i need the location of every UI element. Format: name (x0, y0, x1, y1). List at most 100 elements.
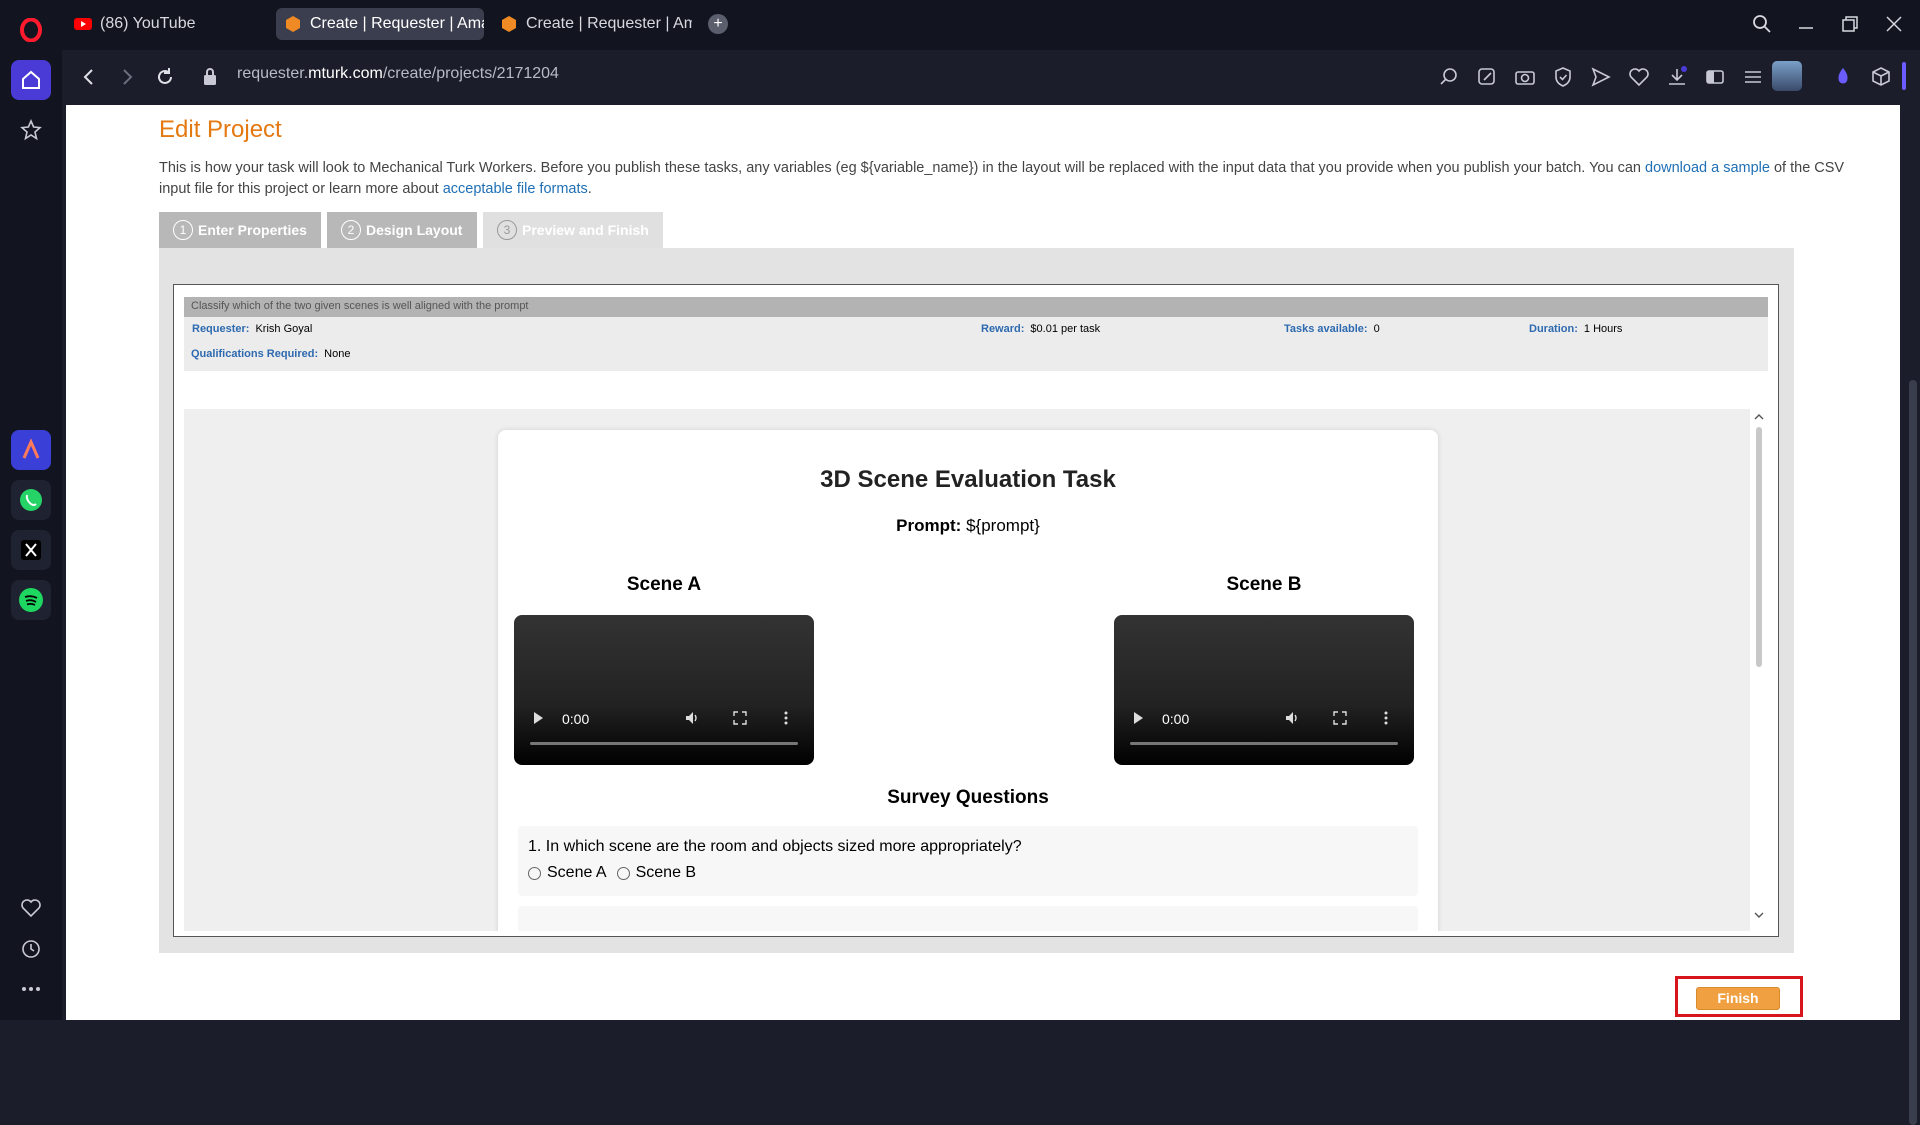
scene-b-video[interactable]: 0:00 (1114, 615, 1414, 765)
tab-enter-properties[interactable]: 1 Enter Properties (159, 212, 321, 248)
back-arrow-icon[interactable] (78, 66, 100, 88)
tab-youtube[interactable]: (86) YouTube (66, 8, 266, 40)
more-vertical-icon[interactable] (1378, 710, 1394, 726)
step-label: Design Layout (366, 222, 463, 238)
opera-sidebar (0, 0, 62, 1020)
sidebar-toggle-icon[interactable] (1704, 66, 1726, 88)
qualifications-value: None (324, 348, 351, 360)
scene-b-radio[interactable] (616, 866, 630, 880)
scene-b-option-label[interactable]: Scene B (636, 864, 696, 882)
youtube-icon (74, 18, 92, 30)
question-1-options: Scene A Scene B (528, 864, 1408, 882)
tasks-available-field: Tasks available: 0 (1284, 323, 1380, 335)
scene-b-label: Scene B (1226, 574, 1302, 595)
scroll-down-icon[interactable] (1754, 911, 1764, 919)
acceptable-file-formats-link[interactable]: acceptable file formats (443, 181, 588, 197)
more-vertical-icon[interactable] (778, 710, 794, 726)
search-tabs-icon[interactable] (1752, 14, 1772, 34)
downloads-icon[interactable] (1666, 66, 1688, 88)
page-scrollbar[interactable] (1904, 105, 1920, 1125)
fullscreen-icon[interactable] (732, 710, 748, 726)
volume-icon[interactable] (684, 710, 700, 726)
step-number: 1 (173, 220, 193, 240)
volume-icon[interactable] (1284, 710, 1300, 726)
scene-a-radio[interactable] (528, 866, 541, 880)
tab-preview-and-finish[interactable]: 3 Preview and Finish (483, 212, 663, 248)
url-prefix: requester. (237, 65, 309, 82)
tab-mturk-active[interactable]: Create | Requester | Amaz (276, 8, 484, 40)
video-time: 0:00 (562, 711, 590, 727)
page-title: Edit Project (159, 116, 282, 143)
opera-logo-icon[interactable] (11, 10, 51, 50)
page-search-icon[interactable] (1438, 66, 1460, 88)
finish-button[interactable]: Finish (1696, 987, 1780, 1010)
reward-value: $0.01 per task (1030, 323, 1101, 335)
send-flow-icon[interactable] (1590, 66, 1612, 88)
new-tab-plus-icon[interactable]: + (708, 14, 728, 34)
page-scroll-thumb[interactable] (1909, 380, 1917, 1125)
minimize-icon[interactable] (1796, 14, 1816, 34)
requester-label: Requester: (192, 323, 250, 335)
whatsapp-icon[interactable] (11, 480, 51, 520)
hit-title: Classify which of the two given scenes i… (184, 297, 1768, 317)
home-icon[interactable] (11, 60, 51, 100)
scene-a-option-label[interactable]: Scene A (547, 864, 607, 882)
sidebar-indicator (1902, 62, 1906, 90)
preview-scrollbar[interactable] (1750, 409, 1768, 931)
tab-strip: (86) YouTube Create | Requester | Amaz C… (62, 0, 1920, 48)
tab-mturk[interactable]: Create | Requester | Amaz (492, 8, 692, 40)
play-icon[interactable] (1130, 710, 1146, 726)
bookmarks-star-icon[interactable] (11, 110, 51, 150)
qualifications-label: Qualifications Required: (191, 348, 319, 360)
camera-snapshot-icon[interactable] (1514, 66, 1536, 88)
requester-field: Requester: Krish Goyal (192, 323, 312, 335)
task-iframe[interactable]: 3D Scene Evaluation Task Prompt: ${promp… (184, 409, 1768, 931)
description-end: . (587, 181, 592, 197)
extensions-cube-icon[interactable] (1870, 66, 1892, 88)
x-twitter-icon[interactable] (11, 530, 51, 570)
preview-scroll-thumb[interactable] (1756, 427, 1762, 667)
more-options-icon[interactable] (11, 969, 51, 1009)
duration-value: 1 Hours (1583, 323, 1623, 335)
download-sample-link[interactable]: download a sample (1645, 160, 1770, 176)
page-description: This is how your task will look to Mecha… (159, 158, 1859, 200)
aria-flame-icon[interactable] (1832, 66, 1854, 88)
url-path: /create/projects/2171204 (382, 65, 559, 82)
scene-a-video[interactable]: 0:00 (514, 615, 814, 765)
lock-icon[interactable] (202, 66, 218, 88)
reload-icon[interactable] (154, 66, 176, 88)
edit-note-icon[interactable] (1476, 66, 1498, 88)
video-progress-bar[interactable] (530, 742, 798, 745)
address-bar: requester.mturk.com/create/projects/2171… (62, 48, 1920, 104)
scroll-up-icon[interactable] (1754, 413, 1764, 421)
easy-setup-menu-icon[interactable] (1742, 66, 1764, 88)
qualifications-field: Qualifications Required: None (191, 348, 350, 360)
prompt-value: ${prompt} (966, 516, 1040, 535)
fullscreen-icon[interactable] (1332, 710, 1348, 726)
hit-metadata: Requester: Krish Goyal Reward: $0.01 per t… (184, 317, 1768, 371)
close-window-icon[interactable] (1884, 14, 1904, 34)
profile-avatar[interactable] (1772, 61, 1802, 91)
reward-label: Reward: (981, 323, 1025, 335)
question-2 (518, 906, 1418, 931)
requester-value: Krish Goyal (255, 323, 313, 335)
heart-icon[interactable] (11, 888, 51, 928)
page-content: Edit Project This is how your task will … (66, 105, 1900, 1020)
finish-highlight-box: Finish (1675, 976, 1803, 1017)
tasks-available-label: Tasks available: (1284, 323, 1368, 335)
history-clock-icon[interactable] (11, 929, 51, 969)
video-progress-bar[interactable] (1130, 742, 1398, 745)
question-1: 1. In which scene are the room and objec… (518, 826, 1418, 896)
heart-icon[interactable] (1628, 66, 1650, 88)
aria-ai-icon[interactable] (11, 430, 51, 470)
play-icon[interactable] (530, 710, 546, 726)
tab-label: Create | Requester | Amaz (310, 15, 484, 32)
mturk-icon (502, 16, 516, 32)
preview-panel: Classify which of the two given scenes i… (159, 248, 1794, 953)
tab-design-layout[interactable]: 2 Design Layout (327, 212, 477, 248)
restore-icon[interactable] (1840, 14, 1860, 34)
url-text[interactable]: requester.mturk.com/create/projects/2171… (237, 65, 559, 83)
forward-arrow-icon[interactable] (116, 66, 138, 88)
shield-icon[interactable] (1552, 66, 1574, 88)
spotify-icon[interactable] (11, 580, 51, 620)
